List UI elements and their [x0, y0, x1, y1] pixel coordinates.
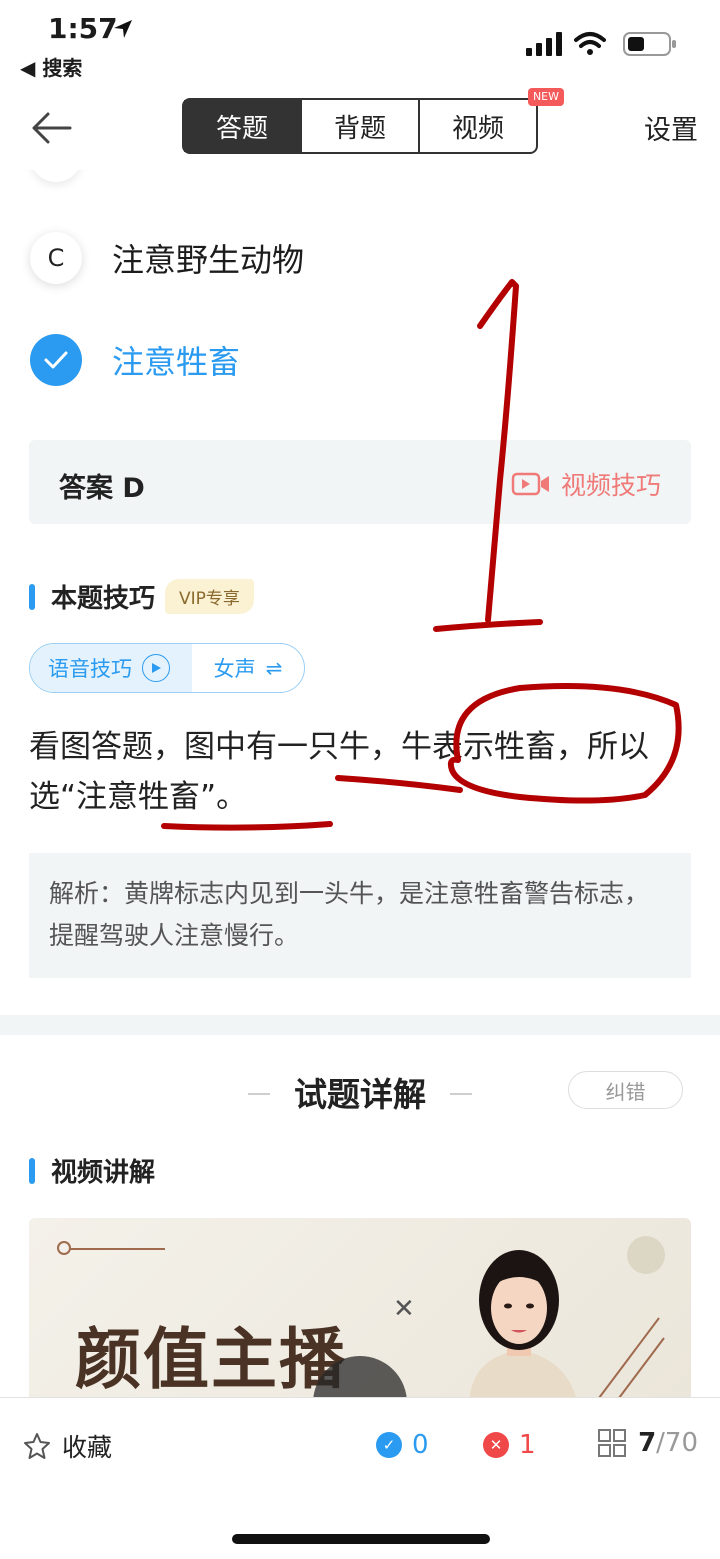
voice-gender-toggle[interactable]: 女声 ⇌: [192, 644, 304, 692]
section-bar: [29, 1157, 35, 1184]
tab-answer[interactable]: 答题: [184, 100, 302, 152]
cellular-signal-icon: [526, 32, 562, 56]
top-nav: 答题 背题 视频 NEW 设置: [0, 88, 720, 170]
option-text: 注意野生动物: [112, 241, 305, 279]
option-text-selected: 注意牲畜: [112, 343, 241, 381]
favorite-button[interactable]: 收藏: [22, 1428, 112, 1464]
status-icons: [524, 30, 694, 60]
tab-video[interactable]: 视频 NEW: [420, 88, 564, 152]
wrong-count: ✕ 1: [483, 1430, 536, 1460]
option-d[interactable]: 注意牲畜: [30, 334, 240, 386]
location-arrow-icon: [114, 20, 132, 38]
option-c[interactable]: C 注意野生动物: [30, 232, 304, 284]
decor-sparkle-icon: ✕: [393, 1294, 415, 1324]
answer-box: 答案 D 视频技巧: [29, 440, 691, 524]
video-section-heading: 视频讲解: [29, 1152, 155, 1189]
report-error-button[interactable]: 纠错: [568, 1071, 683, 1109]
voice-play-button[interactable]: 语音技巧: [30, 644, 192, 692]
home-indicator: [232, 1534, 490, 1544]
x-circle-icon: ✕: [483, 1432, 509, 1458]
decor-circle: [627, 1236, 665, 1274]
play-icon: [142, 654, 170, 682]
skill-heading: 本题技巧 VIP专享: [29, 578, 254, 615]
status-bar: 1:57 ◀ 搜索: [0, 0, 720, 90]
section-divider: [0, 1015, 720, 1035]
check-circle-icon: ✓: [376, 1432, 402, 1458]
title-dash-right: [450, 1093, 472, 1095]
new-badge: NEW: [527, 88, 564, 106]
answer-label: 答案 D: [59, 473, 145, 504]
analysis-text: 解析：黄牌标志内见到一头牛，是注意牲畜警告标志，提醒驾驶人注意慢行。: [49, 879, 650, 950]
section-bar: [29, 583, 35, 610]
vip-badge: VIP专享: [165, 579, 254, 614]
correct-count: ✓ 0: [376, 1430, 429, 1460]
analysis-box: 解析：黄牌标志内见到一头牛，是注意牲畜警告标志，提醒驾驶人注意慢行。: [29, 853, 691, 978]
decor-lines: [598, 1317, 665, 1398]
video-camera-icon: [511, 472, 549, 496]
check-icon: [30, 334, 82, 386]
back-arrow-icon[interactable]: [26, 108, 76, 148]
swap-icon: ⇌: [265, 656, 283, 680]
grid-icon: [598, 1429, 627, 1457]
video-tip-button[interactable]: 视频技巧: [511, 466, 661, 502]
star-icon: [24, 1433, 50, 1459]
thumbnail-title: 颜值主播: [75, 1321, 347, 1398]
mode-tabs: 答题 背题 视频 NEW: [182, 88, 564, 154]
voice-tip-control: 语音技巧 女声 ⇌: [29, 643, 305, 693]
question-progress[interactable]: 7 /70: [598, 1428, 698, 1458]
tab-memorize[interactable]: 背题: [302, 100, 420, 152]
bottom-bar: 收藏 ✓ 0 ✕ 1 7 /70: [0, 1397, 720, 1559]
video-thumbnail[interactable]: ✕ 颜值主播: [29, 1218, 691, 1398]
decor-line: [69, 1248, 165, 1250]
tip-text: 看图答题，图中有一只牛，牛表示牲畜，所以选“注意牲畜”。: [29, 729, 649, 815]
status-time: 1:57: [48, 12, 118, 45]
battery-icon: [623, 32, 676, 56]
settings-button[interactable]: 设置: [644, 108, 698, 147]
back-to-app-link[interactable]: ◀ 搜索: [20, 52, 82, 81]
presenter-image: [469, 1250, 577, 1398]
option-letter: C: [30, 232, 82, 284]
wifi-icon: [574, 32, 606, 55]
